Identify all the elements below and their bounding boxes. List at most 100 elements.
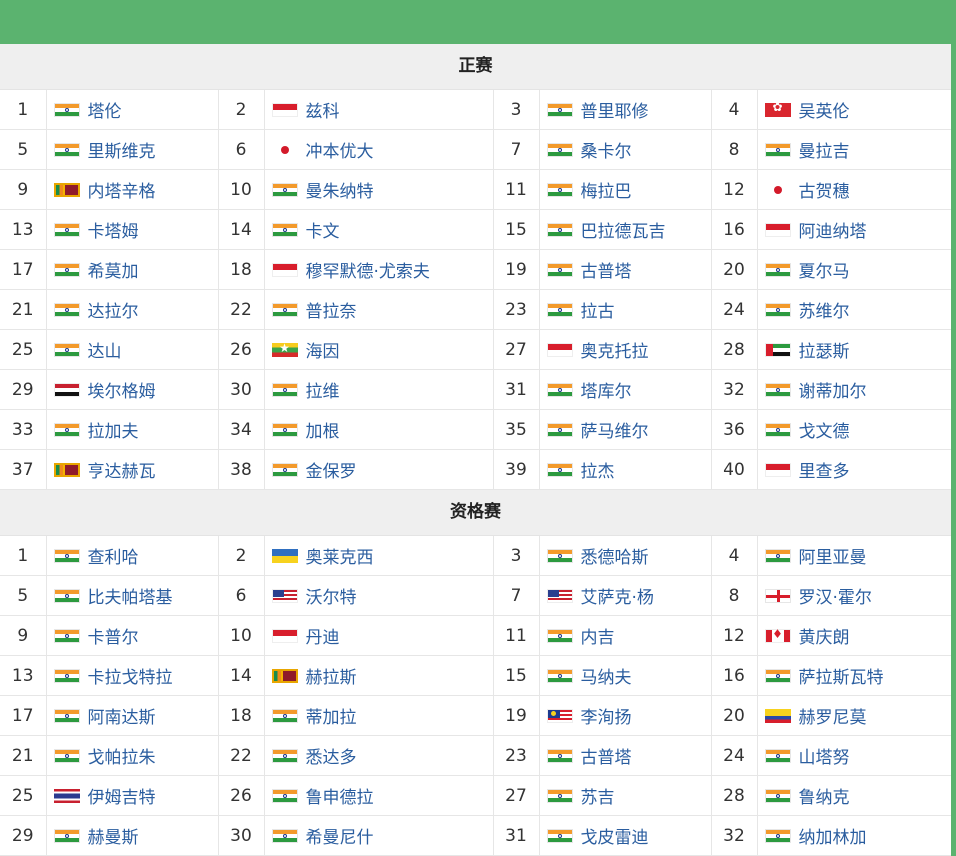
player-name-link[interactable]: 兹科 [306, 97, 340, 122]
player-name-link[interactable]: 拉维 [306, 377, 340, 402]
player-name-link[interactable]: 梅拉巴 [581, 177, 632, 202]
player-name-link[interactable]: 冲本优大 [306, 137, 374, 162]
player-name-link[interactable]: 夏尔马 [799, 257, 850, 282]
india-flag-icon [546, 382, 573, 397]
player-name-link[interactable]: 罗汉·霍尔 [799, 583, 872, 608]
player-name-link[interactable]: 埃尔格姆 [88, 377, 156, 402]
player-name-link[interactable]: 赫罗尼莫 [799, 703, 867, 728]
player-name-link[interactable]: 奥克托拉 [581, 337, 649, 362]
player-name-link[interactable]: 艾萨克·杨 [581, 583, 654, 608]
player-cell: 戈帕拉朱 [46, 735, 219, 776]
player-name-link[interactable]: 塔库尔 [581, 377, 632, 402]
player-name-link[interactable]: 萨马维尔 [581, 417, 649, 442]
player-name-link[interactable]: 拉加夫 [88, 417, 139, 442]
player-name-link[interactable]: 普拉奈 [306, 297, 357, 322]
player-name-link[interactable]: 里斯维克 [88, 137, 156, 162]
player-name-link[interactable]: 比夫帕塔基 [88, 583, 173, 608]
player-name-link[interactable]: 赫拉斯 [306, 663, 357, 688]
player-name-link[interactable]: 塔伦 [88, 97, 122, 122]
player-cell: 萨拉斯瓦特 [757, 655, 951, 696]
player-name-link[interactable]: 纳加林加 [799, 823, 867, 848]
player-name-link[interactable]: 苏维尔 [799, 297, 850, 322]
player-name-link[interactable]: 卡塔姆 [88, 217, 139, 242]
player-name-link[interactable]: 阿南达斯 [88, 703, 156, 728]
player-name-link[interactable]: 拉瑟斯 [799, 337, 850, 362]
player-name-link[interactable]: 古贺穗 [799, 177, 850, 202]
seed-number: 31 [493, 369, 540, 410]
seed-number: 36 [711, 409, 758, 450]
player-name-link[interactable]: 卡拉戈特拉 [88, 663, 173, 688]
player-name-link[interactable]: 蒂加拉 [306, 703, 357, 728]
player-name-link[interactable]: 内塔辛格 [88, 177, 156, 202]
player-name-link[interactable]: 阿里亚曼 [799, 543, 867, 568]
player-name-link[interactable]: 古普塔 [581, 257, 632, 282]
player-name-link[interactable]: 希莫加 [88, 257, 139, 282]
seed-number: 38 [218, 449, 265, 490]
player-name-link[interactable]: 萨拉斯瓦特 [799, 663, 884, 688]
player-name-link[interactable]: 卡普尔 [88, 623, 139, 648]
player-name-link[interactable]: 鲁纳克 [799, 783, 850, 808]
seed-number: 18 [218, 249, 265, 290]
player-cell: 埃尔格姆 [46, 369, 219, 410]
seed-number: 11 [493, 615, 540, 656]
player-name-link[interactable]: 赫曼斯 [88, 823, 139, 848]
player-name-link[interactable]: 山塔努 [799, 743, 850, 768]
player-name-link[interactable]: 鲁申德拉 [306, 783, 374, 808]
seed-number: 22 [218, 735, 265, 776]
player-name-link[interactable]: 悉德哈斯 [581, 543, 649, 568]
player-name-link[interactable]: 亨达赫瓦 [88, 457, 156, 482]
seed-number: 37 [0, 449, 47, 490]
player-cell: 奥莱克西 [264, 536, 494, 576]
player-name-link[interactable]: 黄庆朗 [799, 623, 850, 648]
player-name-link[interactable]: 加根 [306, 417, 340, 442]
player-name-link[interactable]: 悉达多 [306, 743, 357, 768]
player-name-link[interactable]: 沃尔特 [306, 583, 357, 608]
player-name-link[interactable]: 普里耶修 [581, 97, 649, 122]
player-name-link[interactable]: 查利哈 [88, 543, 139, 568]
player-name-link[interactable]: 达山 [88, 337, 122, 362]
table-row: 1 查利哈 2 奥莱克西 3 悉德哈斯 4 阿里亚曼 [0, 536, 951, 576]
player-cell: 卡文 [264, 209, 494, 250]
player-name-link[interactable]: 拉杰 [581, 457, 615, 482]
player-name-link[interactable]: 苏吉 [581, 783, 615, 808]
seed-number: 35 [493, 409, 540, 450]
seed-number: 8 [711, 129, 758, 170]
player-name-link[interactable]: 巴拉德瓦吉 [581, 217, 666, 242]
player-name-link[interactable]: 穆罕默德·尤索夫 [306, 257, 430, 282]
player-name-link[interactable]: 曼朱纳特 [306, 177, 374, 202]
seed-number: 28 [711, 329, 758, 370]
player-name-link[interactable]: 谢蒂加尔 [799, 377, 867, 402]
player-name-link[interactable]: 戈皮雷迪 [581, 823, 649, 848]
player-name-link[interactable]: 伊姆吉特 [88, 783, 156, 808]
player-name-link[interactable]: 桑卡尔 [581, 137, 632, 162]
player-name-link[interactable]: 古普塔 [581, 743, 632, 768]
player-name-link[interactable]: 李洵扬 [581, 703, 632, 728]
player-cell: 谢蒂加尔 [757, 369, 951, 410]
seed-number: 21 [0, 289, 47, 330]
player-name-link[interactable]: 内吉 [581, 623, 615, 648]
player-name-link[interactable]: 达拉尔 [88, 297, 139, 322]
player-cell: 古普塔 [539, 735, 712, 776]
player-name-link[interactable]: 曼拉吉 [799, 137, 850, 162]
player-name-link[interactable]: 里查多 [799, 457, 850, 482]
player-name-link[interactable]: 奥莱克西 [306, 543, 374, 568]
india-flag-icon [546, 222, 573, 237]
seed-number: 6 [218, 129, 265, 170]
indonesia-flag-icon [764, 462, 791, 477]
player-name-link[interactable]: 金保罗 [306, 457, 357, 482]
player-name-link[interactable]: 马纳夫 [581, 663, 632, 688]
player-name-link[interactable]: 海因 [306, 337, 340, 362]
player-name-link[interactable]: 吴英伦 [799, 97, 850, 122]
player-name-link[interactable]: 拉古 [581, 297, 615, 322]
seed-number: 8 [711, 575, 758, 616]
india-flag-icon [271, 788, 298, 803]
player-name-link[interactable]: 戈文德 [799, 417, 850, 442]
india-flag-icon [764, 382, 791, 397]
player-name-link[interactable]: 阿迪纳塔 [799, 217, 867, 242]
player-cell: 苏吉 [539, 775, 712, 816]
indonesia-flag-icon [546, 342, 573, 357]
player-name-link[interactable]: 卡文 [306, 217, 340, 242]
player-name-link[interactable]: 丹迪 [306, 623, 340, 648]
player-name-link[interactable]: 戈帕拉朱 [88, 743, 156, 768]
player-name-link[interactable]: 希曼尼什 [306, 823, 374, 848]
